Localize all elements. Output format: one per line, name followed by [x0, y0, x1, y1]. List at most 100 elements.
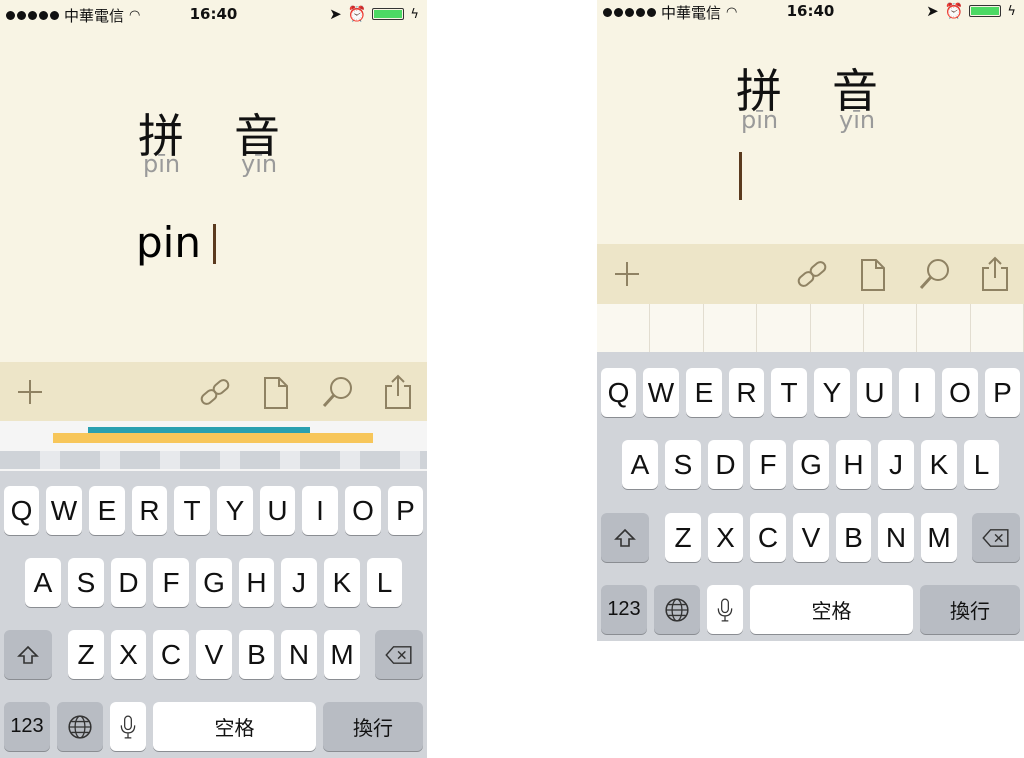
key-n[interactable]: N [878, 513, 914, 562]
key-x[interactable]: X [111, 630, 146, 679]
key-u[interactable]: U [260, 486, 295, 535]
share-icon[interactable] [380, 372, 416, 412]
candidate-cell[interactable] [864, 304, 918, 352]
key-y[interactable]: Y [814, 368, 850, 417]
plus-icon[interactable] [12, 372, 48, 412]
key-j[interactable]: J [281, 558, 317, 607]
battery-icon [372, 8, 405, 20]
candidate-cell[interactable] [597, 304, 651, 352]
key-r[interactable]: R [132, 486, 167, 535]
key-i[interactable]: I [899, 368, 935, 417]
key-h[interactable]: H [836, 440, 871, 489]
candidate-cell[interactable] [917, 304, 971, 352]
key-k[interactable]: K [921, 440, 957, 489]
text-editor[interactable]: 拼 音 pīn yīn pin [0, 28, 427, 362]
key-r[interactable]: R [729, 368, 764, 417]
key-w[interactable]: W [46, 486, 82, 535]
key-d[interactable]: D [708, 440, 743, 489]
key-w[interactable]: W [643, 368, 679, 417]
key-i[interactable]: I [302, 486, 338, 535]
key-u[interactable]: U [857, 368, 892, 417]
key-s[interactable]: S [68, 558, 104, 607]
text-editor[interactable]: 拼 音 pīn yīn [597, 24, 1024, 244]
document-icon[interactable] [257, 372, 293, 412]
key-z[interactable]: Z [665, 513, 701, 562]
key-c[interactable]: C [153, 630, 189, 679]
left-phone-screen: 中華電信 ◠ 16:40 ➤ ⏰ ϟ 拼 音 pīn yīn pin Q W E… [0, 0, 427, 758]
key-m[interactable]: M [324, 630, 360, 679]
candidate-cell[interactable] [971, 304, 1024, 352]
key-f[interactable]: F [153, 558, 189, 607]
key-q[interactable]: Q [601, 368, 636, 417]
backspace-icon [982, 528, 1009, 547]
key-g[interactable]: G [196, 558, 232, 607]
globe-icon [665, 597, 689, 622]
key-s[interactable]: S [665, 440, 701, 489]
candidate-bar-artifact [0, 421, 427, 471]
key-v[interactable]: V [793, 513, 829, 562]
alarm-icon: ⏰ [944, 2, 964, 20]
delete-key[interactable] [375, 630, 423, 679]
key-h[interactable]: H [239, 558, 274, 607]
globe-icon [68, 714, 92, 739]
key-n[interactable]: N [281, 630, 317, 679]
delete-key[interactable] [972, 513, 1020, 562]
right-phone-screen: 中華電信 ◠ 16:40 ➤ ⏰ ϟ 拼 音 pīn yīn Q W E R T… [597, 0, 1024, 641]
key-t[interactable]: T [771, 368, 807, 417]
space-key[interactable]: 空格 [153, 702, 316, 751]
key-o[interactable]: O [942, 368, 978, 417]
key-t[interactable]: T [174, 486, 210, 535]
globe-key[interactable] [654, 585, 700, 634]
key-p[interactable]: P [388, 486, 423, 535]
space-key[interactable]: 空格 [750, 585, 913, 634]
dictation-key[interactable] [110, 702, 146, 751]
document-icon[interactable] [854, 254, 890, 294]
key-q[interactable]: Q [4, 486, 39, 535]
key-b[interactable]: B [239, 630, 274, 679]
return-key[interactable]: 換行 [323, 702, 423, 751]
toolbar [597, 244, 1024, 304]
key-x[interactable]: X [708, 513, 743, 562]
key-l[interactable]: L [367, 558, 402, 607]
pinyin-annotation: yīn [241, 150, 278, 178]
key-z[interactable]: Z [68, 630, 104, 679]
link-icon[interactable] [197, 372, 233, 412]
globe-key[interactable] [57, 702, 103, 751]
key-l[interactable]: L [964, 440, 999, 489]
battery-icon [969, 5, 1002, 17]
key-j[interactable]: J [878, 440, 914, 489]
dictation-key[interactable] [707, 585, 743, 634]
plus-icon[interactable] [609, 254, 645, 294]
search-icon[interactable] [917, 254, 953, 294]
key-a[interactable]: A [25, 558, 61, 607]
microphone-icon [120, 715, 136, 738]
key-c[interactable]: C [750, 513, 786, 562]
key-g[interactable]: G [793, 440, 829, 489]
candidate-cell[interactable] [704, 304, 758, 352]
numbers-key[interactable]: 123 [601, 585, 647, 634]
candidate-cell[interactable] [811, 304, 864, 352]
numbers-key[interactable]: 123 [4, 702, 50, 751]
link-icon[interactable] [794, 254, 830, 294]
key-a[interactable]: A [622, 440, 658, 489]
shift-key[interactable] [601, 513, 649, 562]
key-p[interactable]: P [985, 368, 1020, 417]
candidate-cell[interactable] [757, 304, 811, 352]
key-y[interactable]: Y [217, 486, 253, 535]
share-icon[interactable] [977, 254, 1013, 294]
key-m[interactable]: M [921, 513, 957, 562]
search-icon[interactable] [320, 372, 356, 412]
key-b[interactable]: B [836, 513, 871, 562]
key-o[interactable]: O [345, 486, 381, 535]
return-key[interactable]: 換行 [920, 585, 1020, 634]
key-f[interactable]: F [750, 440, 786, 489]
key-d[interactable]: D [111, 558, 146, 607]
key-v[interactable]: V [196, 630, 232, 679]
shift-key[interactable] [4, 630, 52, 679]
shift-icon [17, 645, 39, 664]
status-bar: 中華電信 ◠ 16:40 ➤ ⏰ ϟ [0, 0, 427, 28]
key-k[interactable]: K [324, 558, 360, 607]
key-e[interactable]: E [686, 368, 722, 417]
key-e[interactable]: E [89, 486, 125, 535]
candidate-cell[interactable] [650, 304, 704, 352]
